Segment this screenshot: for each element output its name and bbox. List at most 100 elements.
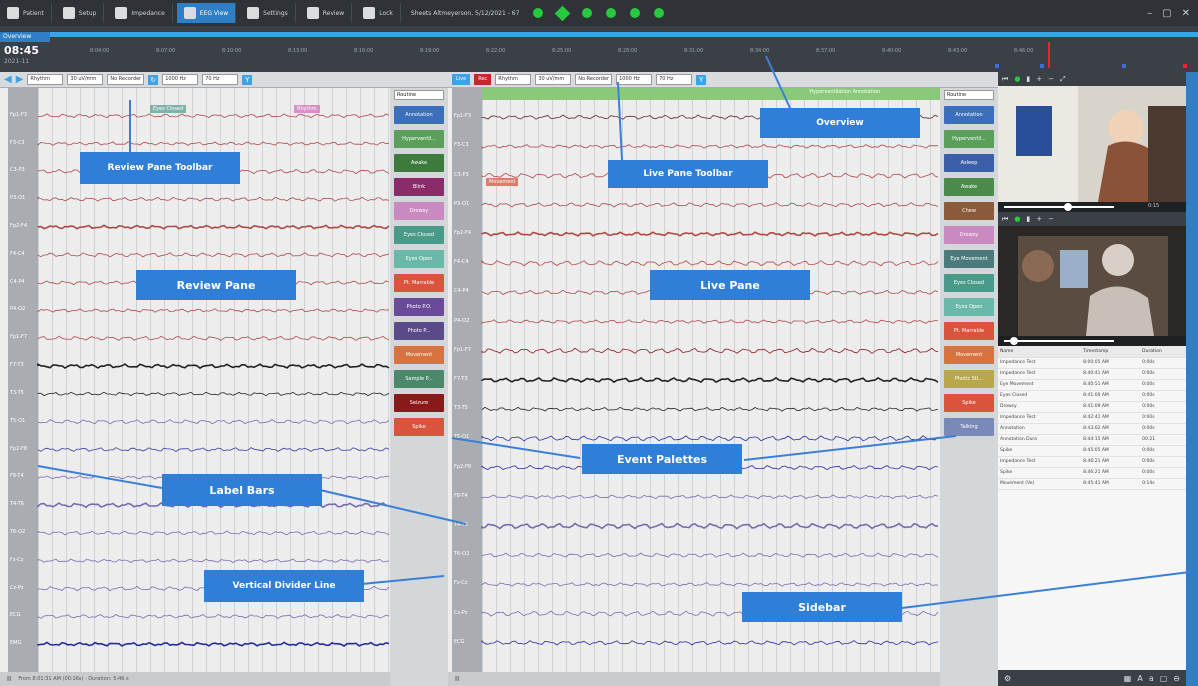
live-mode-button[interactable]: Live [452, 74, 471, 85]
link-icon[interactable]: ⛓ [6, 676, 12, 682]
event-button[interactable]: Movement [394, 346, 444, 364]
annotation-tag[interactable]: Hyperventilation Annotation [482, 88, 940, 100]
event-row[interactable]: Impedance Test 8:00:05 AM 0:00s [998, 357, 1186, 369]
event-row[interactable]: Drowsy 8:41:09 AM 0:00s [998, 401, 1186, 413]
filter-select[interactable]: 1000 Hz [616, 74, 653, 85]
event-button[interactable]: Talking [944, 418, 994, 436]
zoom-in-icon[interactable]: + [1036, 215, 1042, 223]
expand-icon[interactable]: ⤢ [1060, 75, 1066, 84]
slider-handle[interactable] [1064, 203, 1072, 211]
event-button[interactable]: Spike [944, 394, 994, 412]
topbar-button-0[interactable]: Patient [0, 3, 52, 23]
event-button[interactable]: Eyes Closed [394, 226, 444, 244]
event-button[interactable]: Awake [944, 178, 994, 196]
palette-select[interactable]: Routine [944, 90, 994, 100]
timebase-select[interactable]: No Recorder [575, 74, 613, 85]
event-button[interactable]: Annotation [944, 106, 994, 124]
notch-select[interactable]: 70 Hz [656, 74, 693, 85]
sensitivity-select[interactable]: 30 uV/mm [67, 74, 104, 85]
event-button[interactable]: Eyes Open [944, 298, 994, 316]
current-position-marker[interactable] [1048, 42, 1050, 68]
filter-funnel-icon[interactable]: Y [242, 74, 253, 85]
event-button[interactable]: Photic Sti... [944, 370, 994, 388]
event-marker[interactable] [1183, 64, 1187, 68]
event-button[interactable]: Annotation [394, 106, 444, 124]
event-column-header[interactable]: Name [998, 346, 1082, 358]
topbar-button-1[interactable]: Setup [56, 3, 105, 23]
event-button[interactable]: Asleep [944, 154, 994, 172]
settings-icon[interactable]: ⚙ [1004, 674, 1011, 683]
eyes-closed-tag[interactable]: Eyes Closed [150, 105, 187, 113]
event-button[interactable]: Eyes Open [394, 250, 444, 268]
event-button[interactable]: Hyperventil... [944, 130, 994, 148]
camera-icon[interactable]: ▮ [1026, 215, 1030, 223]
event-button[interactable]: Photo P.O. [394, 298, 444, 316]
event-marker[interactable] [1040, 64, 1044, 68]
event-marker[interactable] [1122, 64, 1126, 68]
event-button[interactable]: Eye Movement [944, 250, 994, 268]
event-button[interactable]: Drowsy [394, 202, 444, 220]
event-row[interactable]: Impedance Test 8:42:41 AM 0:00s [998, 412, 1186, 424]
video-1-slider[interactable]: 0:15 [998, 202, 1186, 212]
event-button[interactable]: Photo P... [394, 322, 444, 340]
zoom-in-icon[interactable]: + [1036, 75, 1042, 83]
next-page-icon[interactable]: ▶ [16, 74, 24, 85]
play-icon[interactable]: ● [1014, 75, 1020, 83]
event-row[interactable]: Eye Movement 8:40:51 AM 0:00s [998, 379, 1186, 391]
video-player-2[interactable] [998, 226, 1186, 336]
montage-select[interactable]: Rhythm [495, 74, 532, 85]
filter-funnel-icon[interactable]: Y [696, 74, 707, 85]
event-row[interactable]: Movement (Ve) 8:45:41 AM 0:14s [998, 478, 1186, 490]
overview-tab[interactable]: Overview [0, 32, 50, 42]
notch-select[interactable]: 70 Hz [202, 74, 239, 85]
window-icon[interactable]: ▢ [1160, 674, 1168, 683]
video-player-1[interactable] [998, 86, 1186, 202]
event-button[interactable]: Hyperventil... [394, 130, 444, 148]
font-decrease-icon[interactable]: a [1149, 674, 1154, 683]
topbar-button-5[interactable]: Review [300, 3, 353, 23]
event-button[interactable]: Blink [394, 178, 444, 196]
event-button[interactable]: Seizure [394, 394, 444, 412]
event-button[interactable]: Awake [394, 154, 444, 172]
palette-select[interactable]: Routine [394, 90, 444, 100]
minimize-button[interactable]: – [1147, 8, 1152, 19]
event-button[interactable]: Eyes Closed [944, 274, 994, 292]
rewind-icon[interactable]: ⏮ [1002, 75, 1008, 84]
montage-select[interactable]: Rhythm [27, 74, 64, 85]
calendar-icon[interactable]: ▦ [1124, 674, 1132, 683]
event-marker[interactable] [995, 64, 999, 68]
video-2-slider[interactable] [998, 336, 1186, 346]
zoom-out-icon[interactable]: − [1048, 75, 1054, 83]
event-row[interactable]: Spike 8:46:21 AM 0:00s [998, 467, 1186, 479]
zoom-out-icon[interactable]: − [1048, 215, 1054, 223]
event-button[interactable]: Sample P... [394, 370, 444, 388]
rhythm-tag[interactable]: Rhythm [294, 105, 320, 113]
camera-icon[interactable]: ▮ [1026, 75, 1030, 83]
event-row[interactable]: Annotation 8:43:02 AM 0:00s [998, 423, 1186, 435]
record-button[interactable]: Rec [474, 74, 492, 85]
event-button[interactable]: Pt. Marrable [394, 274, 444, 292]
slider-handle[interactable] [1010, 337, 1018, 345]
collapse-icon[interactable]: ⊖ [1173, 674, 1186, 683]
overview-scroll-bar[interactable] [50, 32, 1198, 37]
refresh-icon[interactable]: ↻ [148, 74, 159, 85]
event-row[interactable]: Impedance Test 8:40:41 AM 0:00s [998, 368, 1186, 380]
event-button[interactable]: Drowsy [944, 226, 994, 244]
topbar-button-4[interactable]: Settings [240, 3, 296, 23]
overview-timeline[interactable]: Overview 08:45 2021-11 8:04:00 8:07:00 8:1… [0, 26, 1198, 72]
topbar-button-2[interactable]: Impedance [108, 3, 173, 23]
event-row[interactable]: Annotation Dura 8:44:15 AM 00:21 [998, 434, 1186, 446]
rewind-icon[interactable]: ⏮ [1002, 215, 1008, 224]
previous-page-icon[interactable]: ◀ [4, 74, 12, 85]
font-increase-icon[interactable]: A [1137, 674, 1142, 683]
event-row[interactable]: Impedance Test 8:46:21 AM 0:00s [998, 456, 1186, 468]
topbar-button-3[interactable]: EEG View [176, 3, 237, 23]
event-button[interactable]: Movement [944, 346, 994, 364]
close-button[interactable]: ✕ [1182, 8, 1190, 19]
movement-tag[interactable]: Movement [486, 178, 519, 186]
event-button[interactable]: Spike [394, 418, 444, 436]
topbar-button-6[interactable]: Lock [356, 3, 401, 23]
event-button[interactable]: Pt. Marrable [944, 322, 994, 340]
event-button[interactable]: Chew [944, 202, 994, 220]
timebase-select[interactable]: No Recorder [107, 74, 145, 85]
